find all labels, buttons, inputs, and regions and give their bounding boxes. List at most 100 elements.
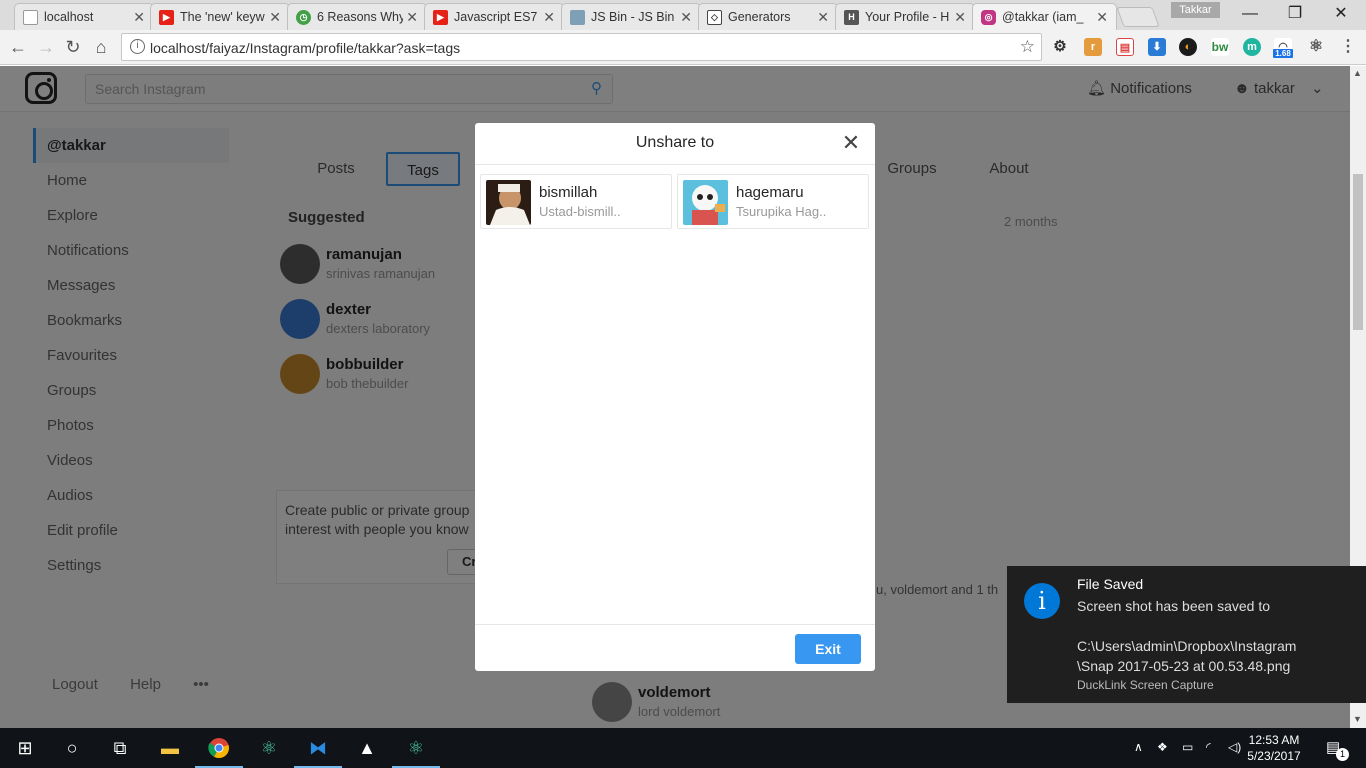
unshare-user-card[interactable]: hagemaru Tsurupika Hag..	[677, 174, 869, 229]
volume-icon[interactable]: ◁)	[1228, 740, 1241, 754]
tab-label: Your Profile - H	[865, 10, 950, 24]
battery-icon[interactable]: ▭	[1182, 740, 1193, 754]
forward-arrow-icon[interactable]: →	[35, 36, 57, 58]
browser-tab-jsbin[interactable]: JS Bin - JS Bin ✕	[561, 3, 701, 30]
file-saved-toast[interactable]: i File Saved Screen shot has been saved …	[1007, 566, 1366, 703]
unshare-user-fullname: Ustad-bismill..	[539, 204, 621, 219]
unshare-user-name: hagemaru	[736, 184, 804, 201]
scroll-down-icon[interactable]: ▼	[1353, 714, 1362, 724]
tab-label: localhost	[44, 10, 94, 24]
modal-footer: Exit	[475, 624, 875, 671]
toast-title: File Saved	[1077, 576, 1144, 592]
photos-icon[interactable]: ▲	[352, 734, 382, 762]
jsbin-icon	[570, 9, 585, 25]
react-devtools-icon[interactable]: ⚛	[1307, 38, 1325, 56]
tray-chevron-up-icon[interactable]: ∧	[1134, 740, 1143, 754]
info-icon[interactable]: i	[130, 39, 145, 54]
close-tab-icon[interactable]: ✕	[406, 9, 418, 26]
scrollbar-thumb[interactable]	[1353, 174, 1363, 330]
system-clock[interactable]: 12:53 AM 5/23/2017	[1246, 732, 1302, 764]
atom-icon[interactable]: ⚛	[392, 734, 440, 768]
page-icon	[23, 9, 38, 25]
download-extension-icon[interactable]: ⬇	[1148, 38, 1166, 56]
avatar	[486, 180, 531, 225]
unshare-user-card[interactable]: bismillah Ustad-bismill..	[480, 174, 672, 229]
tab-label: JS Bin - JS Bin	[591, 10, 675, 24]
clock-time: 12:53 AM	[1248, 733, 1300, 747]
reload-icon[interactable]: ↻	[62, 36, 84, 58]
close-tab-icon[interactable]: ✕	[954, 9, 966, 26]
toast-path-line: \Snap 2017-05-23 at 00.53.48.png	[1077, 658, 1291, 674]
close-tab-icon[interactable]: ✕	[817, 9, 829, 26]
browser-tab-localhost[interactable]: localhost ✕	[14, 3, 154, 30]
scroll-up-icon[interactable]: ▲	[1353, 68, 1362, 78]
speed-extension-icon[interactable]: ◠ 1.68	[1273, 38, 1293, 58]
youtube-icon: ▶	[159, 9, 174, 25]
bw-extension-icon[interactable]: bw	[1211, 38, 1229, 56]
codepen-icon: ◇	[707, 9, 722, 25]
toast-source: DuckLink Screen Capture	[1077, 678, 1214, 692]
browser-tab-6-reasons[interactable]: ◷ 6 Reasons Why ✕	[287, 3, 427, 30]
unshare-user-name: bismillah	[539, 184, 598, 201]
back-arrow-icon[interactable]: ←	[7, 36, 29, 58]
tab-label: 6 Reasons Why	[317, 10, 403, 24]
close-window-icon[interactable]: ✕	[1318, 0, 1364, 28]
h-icon: H	[844, 9, 859, 25]
browser-tab-your-profile[interactable]: H Your Profile - H ✕	[835, 3, 975, 30]
close-tab-icon[interactable]: ✕	[269, 9, 281, 26]
close-tab-icon[interactable]: ✕	[1096, 9, 1108, 26]
address-bar[interactable]: i localhost/faiyaz/Instagram/profile/tak…	[121, 33, 1042, 61]
browser-toolbar: ← → ↻ ⌂ i localhost/faiyaz/Instagram/pro…	[0, 30, 1366, 65]
extension-icon[interactable]: r	[1084, 38, 1102, 56]
tab-label: @takkar (iam_	[1002, 10, 1084, 24]
windows-start-icon[interactable]: ⊞	[10, 734, 40, 762]
tab-label: Generators	[728, 10, 791, 24]
wifi-icon[interactable]: ◜	[1206, 740, 1211, 754]
file-explorer-icon[interactable]: ▬	[155, 734, 185, 762]
exit-button[interactable]: Exit	[795, 634, 861, 664]
close-tab-icon[interactable]: ✕	[543, 9, 555, 26]
browser-profile-chip[interactable]: Takkar	[1171, 2, 1220, 18]
menu-kebab-icon[interactable]: ⋮	[1339, 38, 1357, 56]
toast-message: Screen shot has been saved to	[1077, 598, 1271, 614]
task-view-icon[interactable]: ⧉	[105, 734, 135, 762]
dark-mode-extension-icon[interactable]: ◐	[1179, 38, 1197, 56]
new-tab-button[interactable]	[1116, 7, 1160, 27]
info-icon: i	[1024, 583, 1060, 619]
browser-tab-new-keyword[interactable]: ▶ The 'new' keyw ✕	[150, 3, 290, 30]
toast-path-line: C:\Users\admin\Dropbox\Instagram	[1077, 638, 1297, 654]
modal-title: Unshare to	[635, 134, 715, 151]
chrome-icon[interactable]	[195, 734, 243, 768]
youtube-icon: ▶	[433, 9, 448, 25]
close-tab-icon[interactable]: ✕	[133, 9, 145, 26]
tab-label: Javascript ES7	[454, 10, 538, 24]
instagram-icon: ◎	[981, 9, 996, 25]
close-icon[interactable]: ✕	[841, 131, 861, 155]
tab-label: The 'new' keyw	[180, 10, 265, 24]
restore-icon[interactable]: ❐	[1272, 0, 1318, 28]
browser-tab-javascript-es7[interactable]: ▶ Javascript ES7 ✕	[424, 3, 564, 30]
dropbox-icon[interactable]: ❖	[1157, 740, 1168, 754]
toast-body: Screen shot has been saved to C:\Users\a…	[1077, 596, 1347, 676]
url-text[interactable]: localhost/faiyaz/Instagram/profile/takka…	[150, 40, 460, 56]
clock-icon: ◷	[296, 9, 311, 25]
bookmark-star-icon[interactable]: ☆	[1020, 37, 1035, 57]
extension-badge: 1.68	[1273, 49, 1293, 58]
close-tab-icon[interactable]: ✕	[680, 9, 692, 26]
browser-tab-strip: localhost ✕ ▶ The 'new' keyw ✕ ◷ 6 Reaso…	[0, 0, 1366, 30]
unshare-user-fullname: Tsurupika Hag..	[736, 204, 827, 219]
home-icon[interactable]: ⌂	[90, 36, 112, 58]
browser-tab-takkar[interactable]: ◎ @takkar (iam_ ✕	[972, 3, 1117, 30]
modal-header: Unshare to ✕	[475, 123, 875, 165]
atom-icon[interactable]: ⚛	[254, 734, 284, 762]
browser-tab-generators[interactable]: ◇ Generators ✕	[698, 3, 838, 30]
clock-date: 5/23/2017	[1247, 749, 1301, 763]
gear-extension-icon[interactable]: ⚙	[1051, 38, 1069, 56]
minimize-icon[interactable]: —	[1227, 0, 1273, 28]
vscode-icon[interactable]: ⧓	[294, 734, 342, 768]
calendar-extension-icon[interactable]: ▤	[1116, 38, 1134, 56]
search-cortana-icon[interactable]: ○	[57, 734, 87, 762]
m-extension-icon[interactable]: m	[1243, 38, 1261, 56]
avatar	[683, 180, 728, 225]
windows-taskbar: ⊞ ○ ⧉ ▬ ⚛ ⧓ ▲ ⚛ ∧ ❖ ▭ ◜ ◁) 12:53 AM 5/23…	[0, 728, 1366, 768]
